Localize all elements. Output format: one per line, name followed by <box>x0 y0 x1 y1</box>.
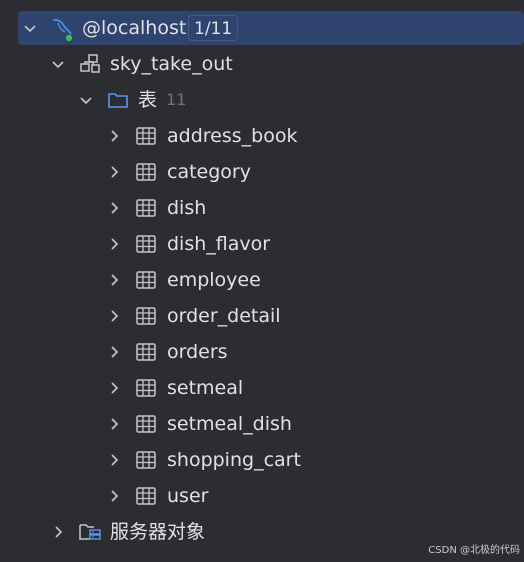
chevron-down-icon[interactable] <box>51 57 65 71</box>
tables-folder-row[interactable]: 表 11 <box>0 83 524 117</box>
chevron-right-icon[interactable] <box>107 201 121 215</box>
table-icon <box>134 268 158 292</box>
table-label: address_book <box>167 125 298 147</box>
table-row[interactable]: user <box>0 479 524 513</box>
table-label: order_detail <box>167 305 281 327</box>
table-label: user <box>167 485 209 507</box>
chevron-right-icon[interactable] <box>107 489 121 503</box>
table-label: employee <box>167 269 261 291</box>
tables-count: 11 <box>166 90 187 109</box>
tables-folder-label: 表 <box>138 89 158 111</box>
table-label: dish_flavor <box>167 233 271 255</box>
connection-row[interactable]: @localhost 1/11 <box>18 11 524 45</box>
chevron-right-icon[interactable] <box>107 273 121 287</box>
watermark: CSDN @北极的代码 <box>428 545 520 556</box>
server-objects-icon <box>78 520 102 544</box>
schema-row[interactable]: sky_take_out <box>0 47 524 81</box>
table-row[interactable]: employee <box>0 263 524 297</box>
table-label: setmeal_dish <box>167 413 292 435</box>
table-row[interactable]: address_book <box>0 119 524 153</box>
table-icon <box>134 412 158 436</box>
table-icon <box>134 376 158 400</box>
chevron-right-icon[interactable] <box>107 381 121 395</box>
table-row[interactable]: orders <box>0 335 524 369</box>
folder-icon <box>106 88 130 112</box>
connection-badge: 1/11 <box>188 15 239 41</box>
table-icon <box>134 448 158 472</box>
chevron-right-icon[interactable] <box>107 345 121 359</box>
table-icon <box>134 196 158 220</box>
table-row[interactable]: setmeal <box>0 371 524 405</box>
table-row[interactable]: shopping_cart <box>0 443 524 477</box>
table-label: dish <box>167 197 207 219</box>
schema-label: sky_take_out <box>110 53 233 75</box>
chevron-right-icon[interactable] <box>107 309 121 323</box>
mysql-dolphin-icon <box>50 16 74 42</box>
table-label: orders <box>167 341 228 363</box>
table-row[interactable]: order_detail <box>0 299 524 333</box>
table-icon <box>134 340 158 364</box>
database-tree: @localhost 1/11 sky_take_out 表 11 addres… <box>0 0 524 562</box>
schema-icon <box>78 52 102 76</box>
chevron-down-icon[interactable] <box>79 93 93 107</box>
chevron-right-icon[interactable] <box>107 237 121 251</box>
table-icon <box>134 484 158 508</box>
table-label: category <box>167 161 251 183</box>
chevron-right-icon[interactable] <box>51 525 65 539</box>
chevron-right-icon[interactable] <box>107 417 121 431</box>
table-row[interactable]: category <box>0 155 524 189</box>
table-icon <box>134 160 158 184</box>
table-icon <box>134 304 158 328</box>
table-label: setmeal <box>167 377 244 399</box>
table-row[interactable]: dish_flavor <box>0 227 524 261</box>
table-icon <box>134 232 158 256</box>
table-row[interactable]: setmeal_dish <box>0 407 524 441</box>
chevron-down-icon[interactable] <box>23 21 37 35</box>
chevron-right-icon[interactable] <box>107 129 121 143</box>
connection-label: @localhost <box>82 17 187 39</box>
table-icon <box>134 124 158 148</box>
table-row[interactable]: dish <box>0 191 524 225</box>
chevron-right-icon[interactable] <box>107 453 121 467</box>
table-label: shopping_cart <box>167 449 301 471</box>
server-objects-label: 服务器对象 <box>110 521 206 543</box>
chevron-right-icon[interactable] <box>107 165 121 179</box>
